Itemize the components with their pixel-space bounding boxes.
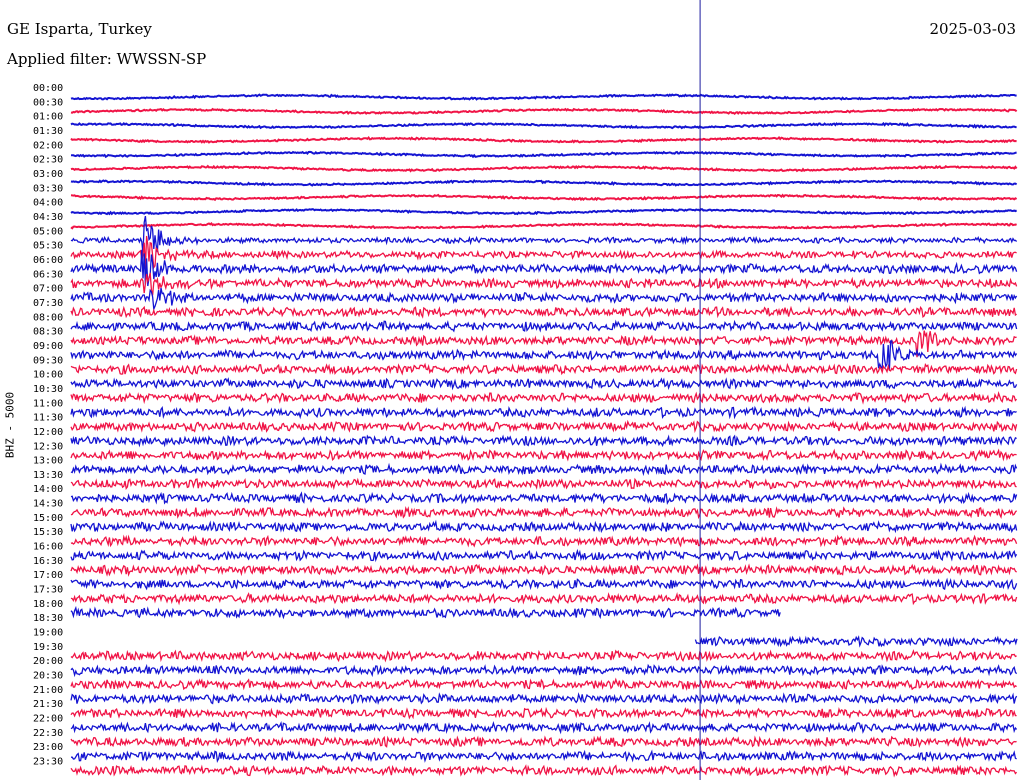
time-tick-label: 08:00 — [33, 312, 63, 323]
trace-2000 — [70, 663, 1018, 678]
trace-1030 — [70, 390, 1018, 405]
trace-0330 — [70, 193, 1018, 202]
trace-1200 — [70, 434, 1017, 448]
time-tick-label: 16:00 — [33, 542, 63, 553]
time-tick-label: 04:30 — [33, 212, 63, 223]
trace-0630 — [70, 272, 1018, 296]
time-tick-label: 12:30 — [33, 441, 63, 452]
trace-0430 — [70, 221, 1017, 230]
trace-0230 — [70, 164, 1018, 173]
time-tick-label: 14:30 — [33, 499, 63, 510]
time-tick-label: 20:00 — [33, 656, 63, 667]
trace-0700 — [70, 287, 1018, 312]
time-tick-label: 13:30 — [33, 470, 63, 481]
time-tick-label: 23:00 — [33, 742, 63, 753]
time-tick-label: 03:30 — [33, 183, 63, 194]
trace-2300 — [71, 749, 1017, 763]
time-tick-label: 12:00 — [33, 427, 63, 438]
time-tick-label: 23:30 — [33, 757, 63, 768]
time-tick-label: 01:30 — [33, 126, 63, 137]
trace-1230 — [70, 448, 1017, 462]
time-tick-label: 04:00 — [33, 198, 63, 209]
time-tick-label: 10:00 — [33, 370, 63, 381]
trace-0730 — [70, 305, 1017, 319]
time-tick-label: 00:00 — [33, 83, 63, 94]
time-tick-label: 01:00 — [33, 112, 63, 123]
time-tick-label: 02:00 — [33, 140, 63, 151]
time-tick-label: 18:00 — [33, 599, 63, 610]
time-tick-label: 06:00 — [33, 255, 63, 266]
trace-2330 — [70, 764, 1018, 778]
time-tick-label: 09:00 — [33, 341, 63, 352]
time-tick-label: 16:30 — [33, 556, 63, 567]
helicorder-plot: 00:00 00:30 01:00 01:30 02:00 02:30 03:00 03:30… — [33, 0, 1018, 780]
trace-2030 — [70, 677, 1017, 692]
trace-1100 — [70, 405, 1017, 420]
trace-1300 — [70, 462, 1018, 477]
trace-1130 — [70, 419, 1018, 434]
time-tick-label: 08:30 — [33, 327, 63, 338]
trace-2100 — [70, 692, 1018, 706]
trace-1630 — [70, 563, 1018, 577]
time-tick-label: 17:30 — [33, 585, 63, 596]
time-tick-label: 20:30 — [33, 671, 63, 682]
trace-1500 — [70, 519, 1018, 534]
time-tick-label: 15:30 — [33, 527, 63, 538]
time-tick-label: 11:30 — [33, 413, 63, 424]
time-tick-label: 09:30 — [33, 355, 63, 366]
trace-1930 — [70, 649, 1017, 663]
trace-0100 — [70, 121, 1017, 130]
time-tick-label: 07:30 — [33, 298, 63, 309]
time-tick-label: 14:00 — [33, 484, 63, 495]
trace-1000 — [70, 377, 1018, 391]
trace-1900 — [694, 635, 1018, 648]
time-tick-label: 03:00 — [33, 169, 63, 180]
time-tick-label: 17:00 — [33, 570, 63, 581]
trace-1800 — [70, 605, 781, 620]
trace-1730 — [70, 592, 1018, 606]
time-tick-label: 10:30 — [33, 384, 63, 395]
trace-0400 — [70, 208, 1018, 216]
time-tick-label: 05:00 — [33, 226, 63, 237]
time-tick-label: 13:00 — [33, 456, 63, 467]
time-tick-label: 07:00 — [33, 284, 63, 295]
trace-0900 — [70, 340, 1018, 371]
time-tick-label: 21:30 — [33, 699, 63, 710]
trace-1530 — [70, 534, 1018, 548]
trace-2230 — [70, 735, 1017, 749]
trace-0300 — [70, 179, 1018, 187]
trace-0000 — [70, 93, 1017, 101]
trace-2130 — [70, 706, 1017, 720]
trace-0800 — [70, 319, 1018, 333]
time-tick-label: 15:00 — [33, 513, 63, 524]
trace-0930 — [70, 362, 1018, 376]
time-tick-label: 06:30 — [33, 269, 63, 280]
time-tick-label: 05:30 — [33, 241, 63, 252]
trace-0500 — [70, 215, 1018, 254]
trace-1700 — [70, 577, 1018, 591]
time-tick-label: 02:30 — [33, 155, 63, 166]
trace-1400 — [70, 491, 1018, 505]
time-tick-label: 18:30 — [33, 613, 63, 624]
time-tick-label: 00:30 — [33, 97, 63, 108]
trace-0030 — [70, 107, 1018, 116]
trace-1330 — [70, 477, 1017, 491]
time-tick-label: 19:30 — [33, 642, 63, 653]
time-tick-label: 11:00 — [33, 398, 63, 409]
trace-0200 — [70, 150, 1017, 159]
time-tick-label: 21:00 — [33, 685, 63, 696]
trace-2200 — [70, 720, 1018, 735]
time-tick-label: 22:30 — [33, 728, 63, 739]
time-tick-label: 19:00 — [33, 628, 63, 639]
trace-1430 — [70, 505, 1018, 520]
trace-1600 — [70, 548, 1018, 563]
time-tick-label: 22:00 — [33, 714, 63, 725]
trace-0130 — [70, 136, 1017, 144]
